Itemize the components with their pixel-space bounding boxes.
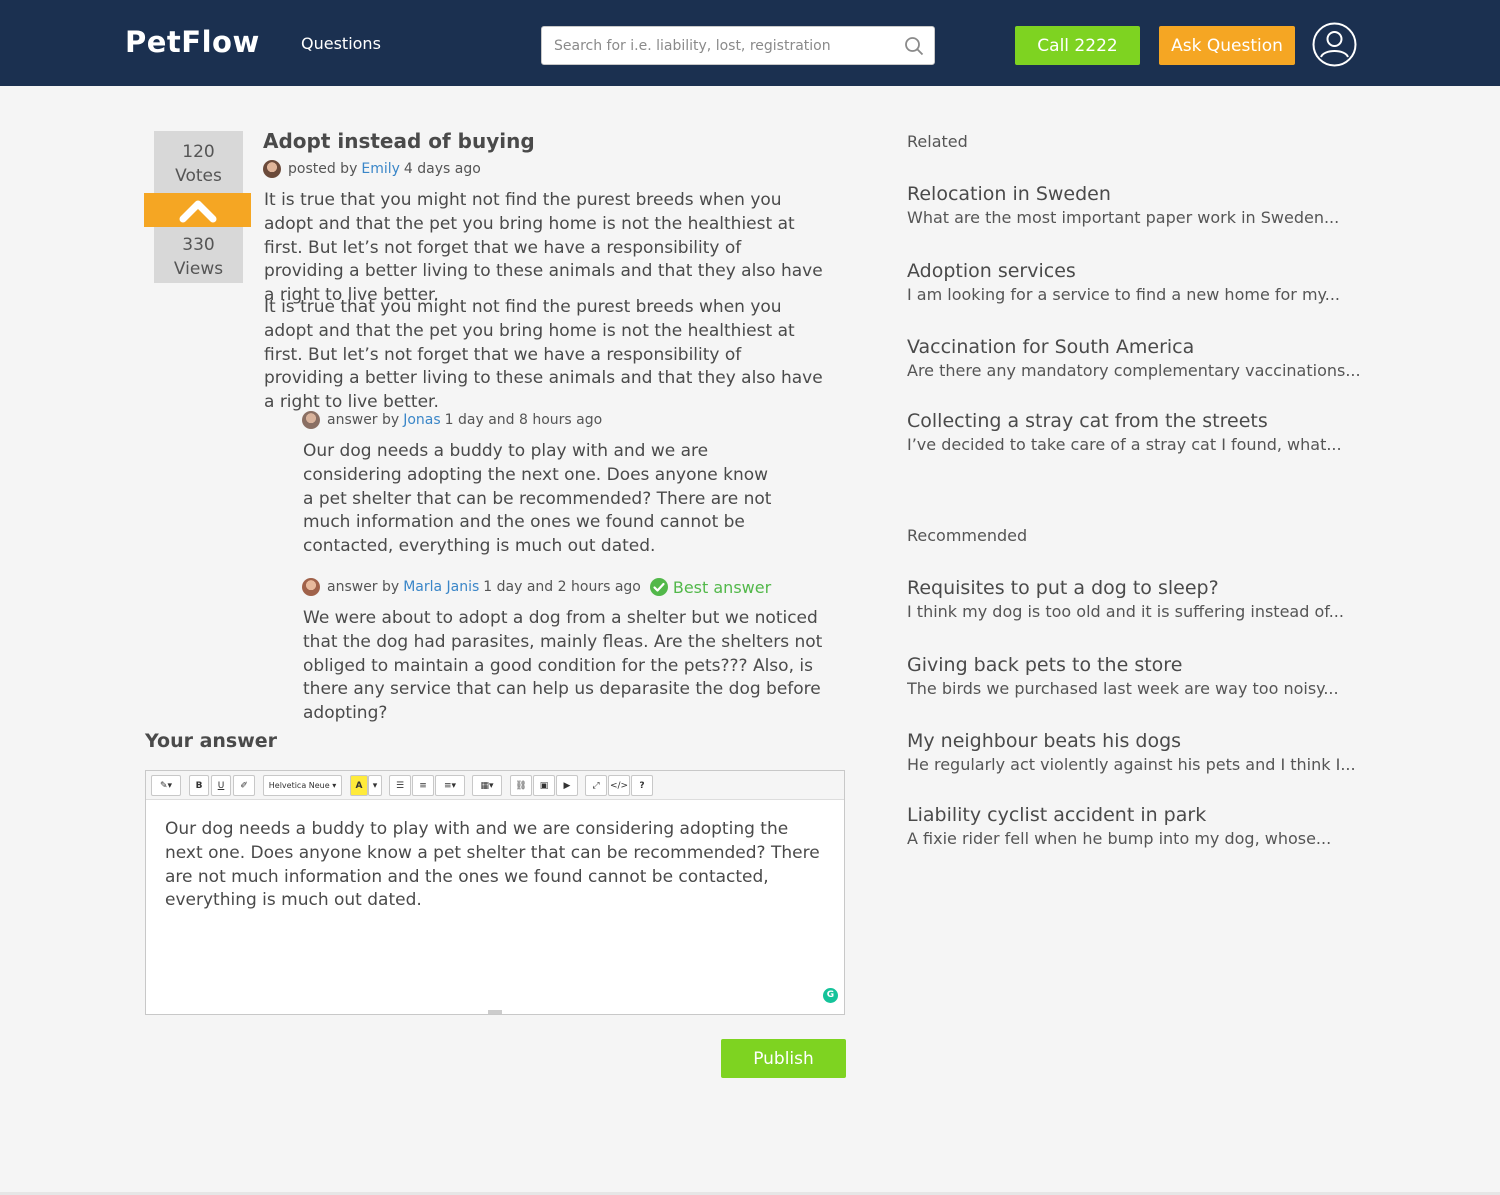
- recommended-item-snippet: I think my dog is too old and it is suff…: [907, 602, 1344, 621]
- chevron-down-icon[interactable]: ▾: [368, 775, 382, 796]
- search-icon[interactable]: [904, 36, 924, 56]
- answer-time: 1 day and 2 hours ago: [483, 579, 641, 595]
- recommended-item[interactable]: My neighbour beats his dogs He regularly…: [907, 729, 1387, 777]
- view-count: 330: [182, 235, 215, 255]
- question-title: Adopt instead of buying: [263, 129, 535, 153]
- answer-editor: ✎▾ B U ✐ Helvetica Neue ▾ A ▾ ☰ ≡ ≡▾ ▦▾ …: [145, 770, 845, 1015]
- answer-author-avatar[interactable]: [302, 578, 320, 596]
- resize-handle[interactable]: [488, 1010, 502, 1014]
- recommended-item-snippet: The birds we purchased last week are way…: [907, 679, 1339, 698]
- related-item-snippet: What are the most important paper work i…: [907, 208, 1340, 227]
- recommended-item-title[interactable]: Requisites to put a dog to sleep?: [907, 576, 1387, 600]
- search-input[interactable]: [542, 27, 898, 64]
- logo[interactable]: PetFlow: [125, 25, 260, 59]
- editor-toolbar: ✎▾ B U ✐ Helvetica Neue ▾ A ▾ ☰ ≡ ≡▾ ▦▾ …: [146, 771, 844, 800]
- recommended-item-snippet: He regularly act violently against his p…: [907, 755, 1356, 774]
- author-avatar[interactable]: [263, 160, 281, 178]
- answer-body: Our dog needs a buddy to play with and w…: [303, 441, 772, 557]
- author-link[interactable]: Emily: [361, 161, 400, 177]
- answer-time: 1 day and 8 hours ago: [444, 412, 603, 428]
- grammarly-icon[interactable]: G: [823, 988, 838, 1003]
- text-color-icon[interactable]: A: [350, 775, 368, 796]
- recommended-item[interactable]: Requisites to put a dog to sleep? I thin…: [907, 576, 1387, 624]
- related-item[interactable]: Collecting a stray cat from the streets …: [907, 409, 1387, 457]
- editor-content[interactable]: Our dog needs a buddy to play with and w…: [165, 818, 825, 913]
- answer-body: We were about to adopt a dog from a shel…: [303, 608, 823, 724]
- top-navbar: PetFlow Questions Call 2222 Ask Question: [0, 0, 1500, 86]
- related-item[interactable]: Relocation in Sweden What are the most i…: [907, 182, 1387, 230]
- answer-meta: answer by Marla Janis 1 day and 2 hours …: [302, 577, 771, 597]
- related-item-title[interactable]: Vaccination for South America: [907, 335, 1387, 359]
- bold-button[interactable]: B: [189, 775, 209, 796]
- vote-count: 120: [182, 142, 215, 162]
- publish-button[interactable]: Publish: [721, 1039, 846, 1078]
- table-dropdown-icon[interactable]: ▦▾: [472, 775, 502, 796]
- answer-author-avatar[interactable]: [302, 411, 320, 429]
- post-time: 4 days ago: [403, 161, 481, 177]
- views-label: Views: [173, 259, 224, 279]
- bullet-list-icon[interactable]: ☰: [389, 775, 411, 796]
- align-dropdown-icon[interactable]: ≡▾: [435, 775, 465, 796]
- font-family-value: Helvetica Neue: [268, 781, 330, 790]
- related-item-snippet: Are there any mandatory complementary va…: [907, 361, 1361, 380]
- help-icon[interactable]: ?: [631, 775, 653, 796]
- image-icon[interactable]: ▣: [533, 775, 555, 796]
- your-answer-heading: Your answer: [145, 730, 278, 752]
- nav-questions-link[interactable]: Questions: [301, 34, 381, 53]
- answer-by-label: answer by: [327, 412, 400, 428]
- best-answer-badge: Best answer: [649, 577, 771, 597]
- underline-button[interactable]: U: [211, 775, 231, 796]
- recommended-item-snippet: A fixie rider fell when he bump into my …: [907, 829, 1332, 848]
- recommended-item[interactable]: Giving back pets to the store The birds …: [907, 653, 1387, 701]
- recommended-item-title[interactable]: My neighbour beats his dogs: [907, 729, 1387, 753]
- font-family-select[interactable]: Helvetica Neue ▾: [263, 775, 342, 796]
- related-heading: Related: [907, 132, 968, 151]
- numbered-list-icon[interactable]: ≡: [412, 775, 434, 796]
- video-icon[interactable]: ▶: [556, 775, 578, 796]
- answer-author-link[interactable]: Marla Janis: [403, 579, 479, 595]
- ask-question-button[interactable]: Ask Question: [1159, 26, 1295, 65]
- answer-by-label: answer by: [327, 579, 400, 595]
- recommended-heading: Recommended: [907, 526, 1028, 545]
- posted-by-label: posted by: [288, 161, 358, 177]
- link-icon[interactable]: ⛓: [510, 775, 532, 796]
- question-meta: posted by Emily 4 days ago: [263, 160, 481, 178]
- related-item-snippet: I’ve decided to take care of a stray cat…: [907, 435, 1342, 454]
- answer-author-link[interactable]: Jonas: [403, 412, 440, 428]
- search-box: [541, 26, 935, 65]
- related-item-title[interactable]: Collecting a stray cat from the streets: [907, 409, 1387, 433]
- check-circle-icon: [649, 578, 668, 596]
- code-view-icon[interactable]: </>: [608, 775, 630, 796]
- call-button[interactable]: Call 2222: [1015, 26, 1140, 65]
- votes-label: Votes: [175, 166, 222, 186]
- related-item-title[interactable]: Relocation in Sweden: [907, 182, 1387, 206]
- magic-wand-dropdown[interactable]: ✎▾: [151, 775, 181, 796]
- related-item[interactable]: Adoption services I am looking for a ser…: [907, 259, 1387, 307]
- question-body-paragraph: It is true that you might not find the p…: [264, 297, 823, 413]
- answer-meta: answer by Jonas 1 day and 8 hours ago: [302, 411, 602, 429]
- best-answer-label: Best answer: [672, 577, 772, 597]
- upvote-button[interactable]: [144, 193, 251, 227]
- user-circle-icon[interactable]: [1312, 22, 1357, 67]
- recommended-item-title[interactable]: Liability cyclist accident in park: [907, 803, 1387, 827]
- fullscreen-icon[interactable]: ⤢: [585, 775, 607, 796]
- related-item[interactable]: Vaccination for South America Are there …: [907, 335, 1387, 383]
- eraser-icon[interactable]: ✐: [233, 775, 255, 796]
- recommended-item-title[interactable]: Giving back pets to the store: [907, 653, 1387, 677]
- question-body-paragraph: It is true that you might not find the p…: [264, 190, 823, 306]
- recommended-item[interactable]: Liability cyclist accident in park A fix…: [907, 803, 1387, 851]
- related-item-title[interactable]: Adoption services: [907, 259, 1387, 283]
- chevron-up-icon: [179, 200, 217, 223]
- related-item-snippet: I am looking for a service to find a new…: [907, 285, 1340, 304]
